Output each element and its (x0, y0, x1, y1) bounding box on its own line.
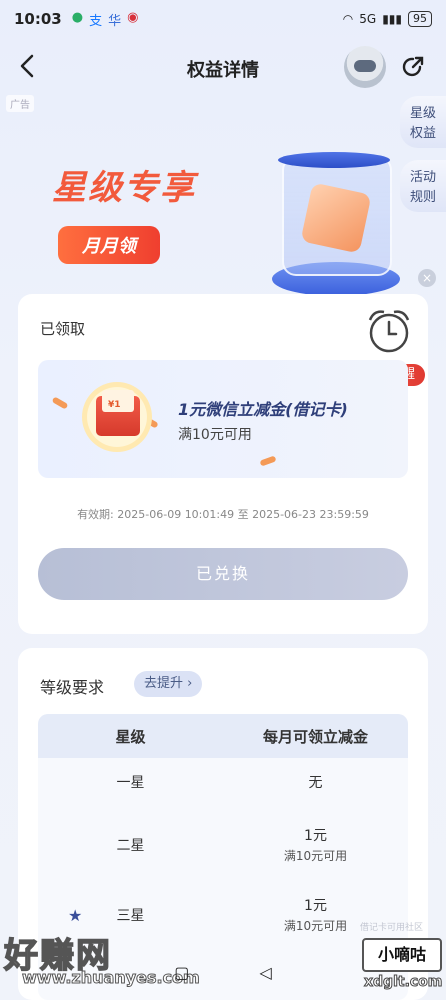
signal-icon: ▮▮▮ (382, 12, 402, 26)
confetti-decor (259, 455, 277, 467)
notification-icons: ● 支 华 ◉ (72, 10, 139, 29)
back-triangle-icon[interactable]: ◁ (259, 963, 271, 982)
table-header: 星级 每月可领立减金 (38, 714, 408, 758)
amount-value: 1元 (304, 898, 327, 914)
exchanged-button[interactable]: 已兑换 (38, 548, 408, 600)
bank-icon: ◉ (127, 9, 139, 25)
level-title: 等级要求 (40, 678, 105, 697)
level-cell: 一星 (116, 775, 145, 791)
upgrade-label: 去提升 (144, 676, 184, 691)
alarm-clock-icon[interactable] (362, 306, 416, 356)
banner-pill: 月月领 (58, 226, 160, 264)
side-tab-label: 活动 规则 (409, 170, 436, 205)
huawei-icon: 华 (108, 13, 122, 29)
clock-time: 10:03 (14, 10, 62, 28)
chevron-right-icon: › (187, 676, 193, 691)
upgrade-button[interactable]: 去提升 › (134, 671, 203, 697)
benefit-card: 已领取 添加提醒 ¥1 1元微信立减金(借记卡) 满10元可用 有效期: 202… (18, 294, 428, 634)
status-bar: 10:03 ● 支 华 ◉ ◠ 5G ▮▮▮ 95 (0, 0, 446, 38)
banner-headline: 星级专享 (52, 168, 196, 208)
envelope-tag: ¥1 (108, 400, 121, 410)
amount-condition: 满10元可用 (283, 849, 348, 863)
table-row: 一星 无 (38, 758, 408, 808)
amount-cell: 无 (223, 773, 408, 793)
robot-assistant-icon[interactable] (344, 46, 386, 88)
coupon-panel: ¥1 1元微信立减金(借记卡) 满10元可用 (38, 360, 408, 478)
side-tab-label: 星级 权益 (409, 106, 436, 141)
coupon-condition: 满10元可用 (178, 427, 252, 443)
system-nav-bar: ▢ ◁ (0, 944, 446, 1000)
side-tab-activity-rules[interactable]: 活动 规则 (400, 160, 446, 212)
home-square-icon[interactable]: ▢ (174, 963, 189, 982)
validity-period: 有效期: 2025-06-09 10:01:49 至 2025-06-23 23… (77, 508, 369, 521)
community-watermark: 借记卡可用社区 (360, 923, 424, 933)
column-header: 每月可领立减金 (262, 727, 368, 746)
column-header: 星级 (115, 727, 146, 746)
wechat-icon: ● (71, 9, 84, 25)
amount-value: 无 (308, 775, 323, 791)
gift-box-icon (300, 182, 372, 254)
coupon-name: 1元微信立减金(借记卡) (178, 400, 348, 419)
share-icon[interactable] (400, 54, 426, 80)
star-icon: ★ (68, 906, 83, 925)
confetti-decor (51, 396, 69, 410)
close-icon[interactable]: × (418, 269, 436, 287)
level-cell: 三星 (116, 908, 145, 924)
battery-indicator: 95 (408, 11, 432, 27)
wifi-icon: ◠ (342, 12, 354, 26)
signal-label: 5G (359, 12, 377, 26)
side-tab-star-benefits[interactable]: 星级 权益 (400, 96, 446, 148)
amount-cell: 1元 满10元可用 (223, 826, 408, 866)
alipay-icon: 支 (89, 13, 103, 29)
nav-bar: 权益详情 (0, 40, 446, 96)
table-row: 二星 1元 满10元可用 (38, 814, 408, 878)
amount-value: 1元 (304, 828, 327, 844)
ad-label: 广告 (6, 95, 34, 112)
received-status: 已领取 (40, 320, 86, 338)
level-cell: 二星 (116, 838, 145, 854)
gift-jar-lid (278, 152, 390, 168)
